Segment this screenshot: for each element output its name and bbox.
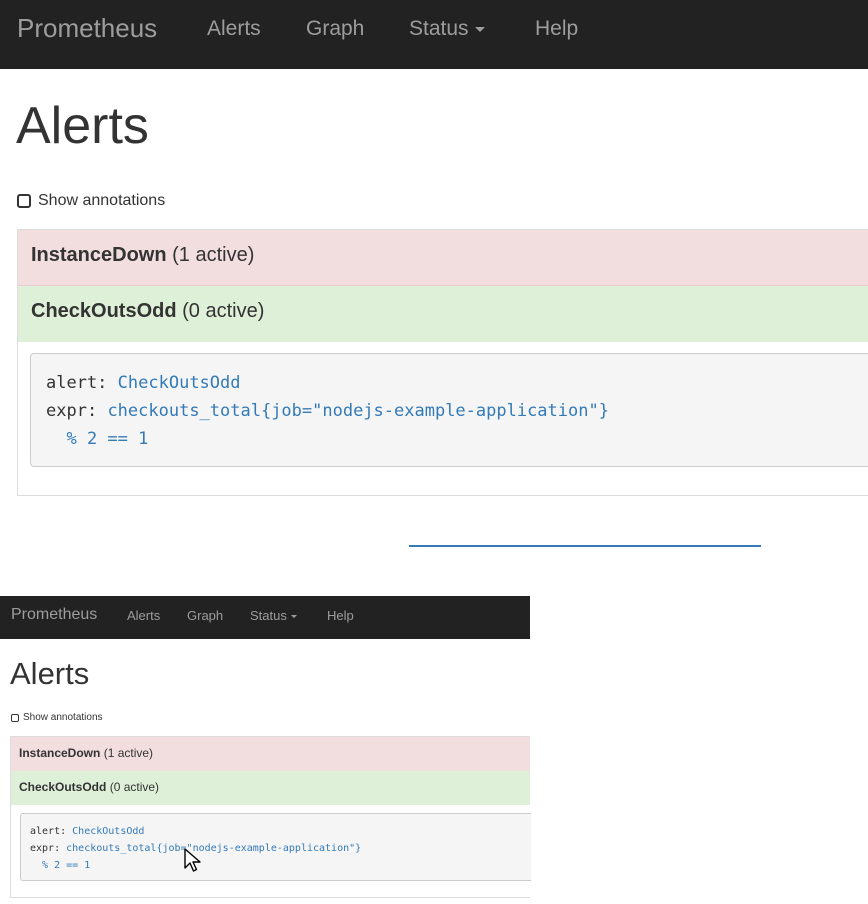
nav-help[interactable]: Help (327, 608, 354, 623)
alert-name: InstanceDown (19, 746, 101, 760)
navbar-large: Prometheus Alerts Graph Status Help (0, 0, 868, 69)
rule-expr-continuation[interactable]: % 2 == 1 (66, 429, 148, 449)
alerts-list: InstanceDown (1 active) CheckOutsOdd (0 … (10, 736, 531, 898)
caret-down-icon (290, 615, 297, 619)
alerts-list: InstanceDown (1 active) CheckOutsOdd (0 … (17, 229, 868, 496)
brand-link[interactable]: Prometheus (17, 13, 157, 44)
brand-link[interactable]: Prometheus (11, 606, 97, 624)
page-title: Alerts (10, 656, 90, 691)
show-annotations-toggle[interactable]: Show annotations (11, 712, 103, 723)
nav-status-label: Status (250, 608, 287, 623)
nav-graph[interactable]: Graph (187, 608, 223, 623)
alert-count: (0 active) (109, 780, 160, 794)
rule-alert-link[interactable]: CheckOutsOdd (118, 373, 241, 393)
nav-status[interactable]: Status (409, 17, 485, 41)
nav-help[interactable]: Help (535, 17, 578, 41)
alert-name: CheckOutsOdd (31, 300, 177, 322)
checkbox-icon[interactable] (17, 194, 31, 208)
alert-group-instancedown[interactable]: InstanceDown (1 active) (11, 737, 530, 771)
show-annotations-label: Show annotations (23, 712, 103, 723)
rule-alert-key: alert: (46, 373, 108, 393)
alert-group-checkoutsodd[interactable]: CheckOutsOdd (0 active) (11, 771, 530, 805)
alert-name: InstanceDown (31, 244, 167, 266)
rule-alert-link[interactable]: CheckOutsOdd (72, 826, 144, 837)
divider-line (409, 545, 761, 547)
alert-group-instancedown[interactable]: InstanceDown (1 active) (18, 230, 868, 286)
page-title: Alerts (16, 97, 149, 155)
navbar-small: Prometheus Alerts Graph Status Help (0, 596, 530, 639)
rule-expr-key: expr: (30, 843, 61, 854)
alert-name: CheckOutsOdd (19, 780, 107, 794)
show-annotations-label: Show annotations (38, 192, 166, 209)
mouse-pointer-icon (184, 848, 201, 872)
rule-expr-link[interactable]: checkouts_total{job="nodejs-example-appl… (66, 843, 361, 854)
checkbox-icon[interactable] (11, 713, 19, 722)
rule-definition: alert: CheckOutsOdd expr: checkouts_tota… (30, 353, 868, 467)
show-annotations-toggle[interactable]: Show annotations (17, 192, 165, 210)
rule-alert-key: alert: (30, 826, 67, 837)
alert-count: (1 active) (172, 244, 255, 266)
rule-definition: alert: CheckOutsOdd expr: checkouts_tota… (20, 813, 531, 881)
nav-status[interactable]: Status (250, 608, 297, 623)
rule-expr-link[interactable]: checkouts_total{job="nodejs-example-appl… (107, 401, 609, 421)
rule-expr-key: expr: (46, 401, 98, 421)
nav-alerts[interactable]: Alerts (127, 608, 160, 623)
caret-down-icon (474, 26, 485, 32)
nav-alerts[interactable]: Alerts (207, 17, 261, 41)
nav-graph[interactable]: Graph (306, 17, 364, 41)
alert-group-checkoutsodd[interactable]: CheckOutsOdd (0 active) (18, 286, 868, 342)
alert-count: (0 active) (182, 300, 265, 322)
rule-expr-continuation[interactable]: % 2 == 1 (42, 860, 90, 871)
nav-status-label: Status (409, 17, 469, 40)
alert-count: (1 active) (103, 746, 154, 760)
